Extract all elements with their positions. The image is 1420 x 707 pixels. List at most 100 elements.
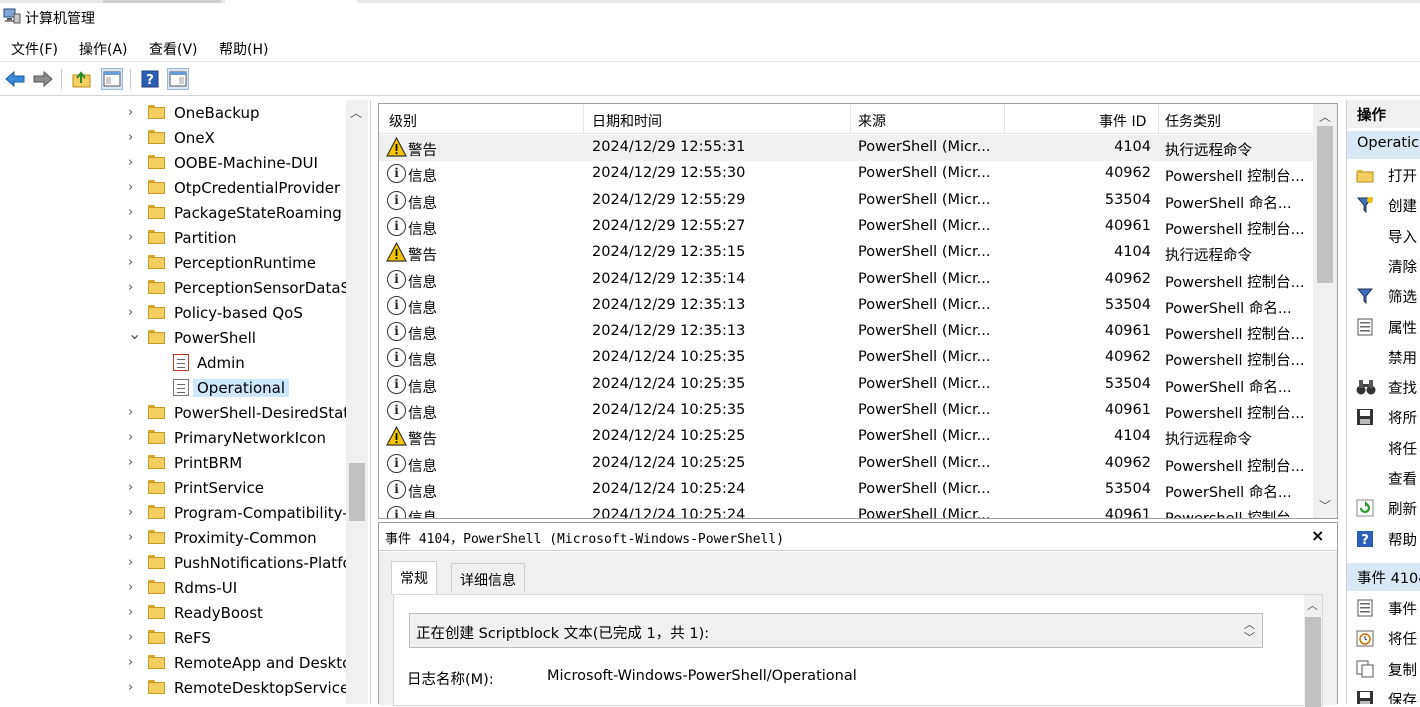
tree-item[interactable]: › ReFS [0,626,346,651]
action-item[interactable]: 属性 [1347,312,1420,342]
up-level-button[interactable] [71,68,93,90]
chevron-right-icon[interactable]: › [128,155,140,170]
scroll-down-icon[interactable]: ﹀ [1319,497,1331,514]
event-description-box[interactable]: 正在创建 Scriptblock 文本(已完成 1，共 1): ︿ ﹀ [409,613,1263,648]
tree-item[interactable]: › PrimaryNetworkIcon [0,426,346,451]
event-row[interactable]: i 信息 2024/12/24 10:25:35 PowerShell (Micr..… [379,345,1313,371]
tree-item[interactable]: › Rdms-UI [0,576,346,601]
action-item[interactable]: 刷新 [1347,493,1420,523]
event-row[interactable]: i 信息 2024/12/29 12:55:30 PowerShell (Micr..… [379,161,1313,187]
action-item[interactable]: 禁用 [1347,342,1420,372]
event-row[interactable]: i 信息 2024/12/24 10:25:35 PowerShell (Micr..… [379,398,1313,424]
event-row[interactable]: i 信息 2024/12/24 10:25:35 PowerShell (Micr..… [379,372,1313,398]
action-item[interactable]: 查找 [1347,372,1420,402]
menu-file[interactable]: 文件(F) [11,39,58,59]
chevron-right-icon[interactable]: › [128,430,140,445]
chevron-right-icon[interactable]: › [128,180,140,195]
chevron-right-icon[interactable]: › [128,680,140,695]
back-button[interactable] [4,68,26,90]
column-datetime[interactable]: 日期和时间 [592,111,662,131]
chevron-right-icon[interactable]: › [128,480,140,495]
event-action-item[interactable]: 事件 [1347,593,1420,623]
chevron-right-icon[interactable]: › [128,530,140,545]
actions-section-event[interactable]: 事件 4104 [1347,563,1420,591]
column-event-id[interactable]: 事件 ID [1099,111,1146,131]
tree-item[interactable]: › PowerShell-DesiredState [0,401,358,426]
chevron-right-icon[interactable]: › [128,280,140,295]
column-divider[interactable] [583,104,584,134]
column-source[interactable]: 来源 [858,111,886,131]
event-row[interactable]: i 信息 2024/12/29 12:55:29 PowerShell (Micr..… [379,188,1313,214]
tree-item[interactable]: › ReadyBoost [0,601,346,626]
tree-item[interactable]: › PerceptionRuntime [0,251,346,276]
help-button[interactable]: ? [139,68,161,90]
tree-item[interactable]: Admin [0,351,346,376]
action-item[interactable]: 将任 [1347,433,1420,463]
event-row[interactable]: 警告 2024/12/24 10:25:25 PowerShell (Micr...… [379,424,1313,450]
event-row[interactable]: 警告 2024/12/29 12:35:15 PowerShell (Micr...… [379,240,1313,266]
chevron-right-icon[interactable]: › [128,580,140,595]
show-hide-action-pane-button[interactable] [167,68,189,90]
column-divider[interactable] [1004,104,1005,134]
chevron-down-icon[interactable]: ⌄ [128,324,141,343]
scroll-thumb[interactable] [1317,126,1333,283]
tab-details[interactable]: 详细信息 [451,563,525,593]
action-item[interactable]: 将所 [1347,402,1420,432]
action-item[interactable]: 导入 [1347,221,1420,251]
tree-item[interactable]: › PerceptionSensorDataSe [0,276,359,301]
tree-item[interactable]: › PrintBRM [0,451,346,476]
action-item[interactable]: 创建 [1347,190,1420,220]
column-level[interactable]: 级别 [389,111,417,131]
event-row[interactable]: 警告 2024/12/29 12:55:31 PowerShell (Micr...… [379,135,1313,161]
chevron-right-icon[interactable]: › [128,230,140,245]
event-row[interactable]: i信息 2024/12/24 10:25:24 PowerShell (Micr..… [379,503,1313,518]
tree-item[interactable]: › RemoteDesktopServices [0,676,357,701]
column-task-category[interactable]: 任务类别 [1165,111,1221,131]
event-row[interactable]: i信息 2024/12/24 10:25:24 PowerShell (Micr..… [379,477,1313,503]
chevron-down-icon[interactable]: ﹀ [1244,629,1255,645]
chevron-right-icon[interactable]: › [128,305,140,320]
chevron-right-icon[interactable]: › [128,455,140,470]
chevron-right-icon[interactable]: › [128,505,140,520]
scroll-up-icon[interactable]: ︿ [350,104,362,121]
menu-help[interactable]: 帮助(H) [219,39,268,59]
chevron-right-icon[interactable]: › [128,405,140,420]
chevron-right-icon[interactable]: › [128,555,140,570]
tree-item[interactable]: › OtpCredentialProvider [0,176,346,201]
tree-scrollbar[interactable]: ︿ [346,100,368,704]
chevron-right-icon[interactable]: › [128,105,140,120]
scroll-up-icon[interactable]: ︿ [1307,597,1318,613]
detail-scrollbar[interactable]: ︿ [1304,595,1322,707]
event-row[interactable]: i 信息 2024/12/29 12:35:13 PowerShell (Micr..… [379,293,1313,319]
action-item[interactable]: 打开 [1347,160,1420,190]
chevron-right-icon[interactable]: › [128,630,140,645]
show-hide-console-tree-button[interactable] [101,68,123,90]
action-item[interactable]: 查看 [1347,463,1420,493]
tree-item[interactable]: › OneBackup [0,101,346,126]
actions-section-log[interactable]: Operatic [1347,131,1420,159]
tree-item[interactable]: › RemoteApp and Desktc [0,651,350,676]
action-item[interactable]: 筛选 [1347,281,1420,311]
tree-item[interactable]: › PrintService [0,476,346,501]
tree-item[interactable]: › Partition [0,226,346,251]
menu-action[interactable]: 操作(A) [79,39,128,59]
menu-view[interactable]: 查看(V) [149,39,198,59]
tree-item[interactable]: › PackageStateRoaming [0,201,346,226]
chevron-right-icon[interactable]: › [128,205,140,220]
scroll-up-icon[interactable]: ︿ [1319,108,1331,125]
chevron-right-icon[interactable]: › [128,255,140,270]
tree-item[interactable]: › PushNotifications-Platfo [0,551,352,576]
chevron-right-icon[interactable]: › [128,130,140,145]
tree-item[interactable]: › Policy-based QoS [0,301,346,326]
event-action-item[interactable]: 保存 [1347,684,1420,704]
event-row[interactable]: i 信息 2024/12/29 12:55:27 PowerShell (Micr..… [379,214,1313,240]
action-item[interactable]: ? 帮助 [1347,524,1420,554]
tree-item[interactable]: › OOBE-Machine-DUI [0,151,346,176]
scroll-thumb[interactable] [349,463,365,521]
tree-item[interactable]: › Proximity-Common [0,526,346,551]
event-row[interactable]: i 信息 2024/12/29 12:35:13 PowerShell (Micr..… [379,319,1313,345]
event-row[interactable]: i 信息 2024/12/24 10:25:25 PowerShell (Micr..… [379,451,1313,477]
forward-button[interactable] [32,68,54,90]
column-divider[interactable] [850,104,851,134]
event-action-item[interactable]: 复制 [1347,654,1420,684]
